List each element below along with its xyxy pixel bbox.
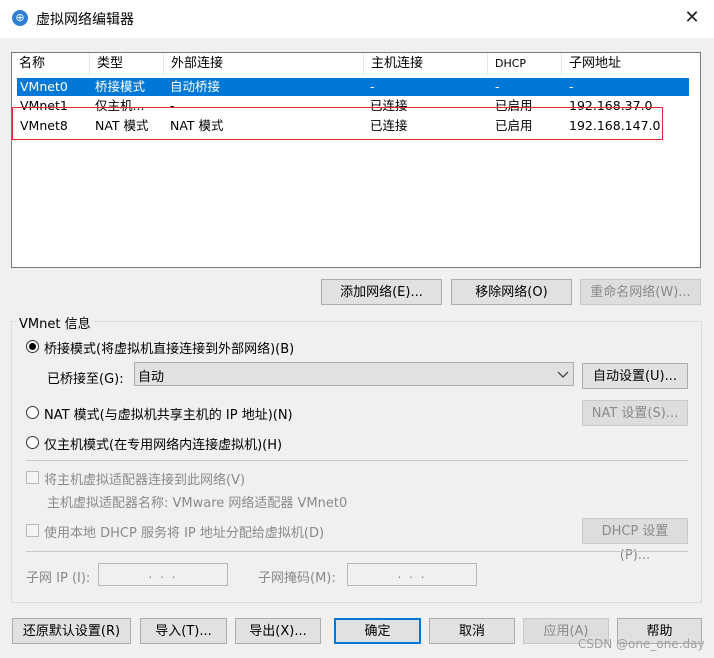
title-bar: ⊕ 虚拟网络编辑器 ✕ xyxy=(0,0,714,38)
cell-external: 自动桥接 xyxy=(170,79,221,94)
dhcp-settings-button[interactable]: DHCP 设置(P)... xyxy=(582,518,688,563)
close-icon[interactable]: ✕ xyxy=(681,6,703,30)
bridged-to-select[interactable]: 自动 xyxy=(134,362,574,386)
table-row-vmnet0[interactable]: VMnet0 桥接模式 自动桥接 - - - xyxy=(17,78,689,96)
bridged-radio[interactable] xyxy=(26,340,39,353)
highlight-box xyxy=(12,107,663,140)
nat-settings-button[interactable]: NAT 设置(S)... xyxy=(582,400,688,426)
connect-adapter-checkbox[interactable] xyxy=(26,471,39,484)
restore-defaults-button[interactable]: 还原默认设置(R) xyxy=(12,618,131,644)
add-network-button[interactable]: 添加网络(E)... xyxy=(321,279,442,305)
chevron-down-icon xyxy=(557,371,569,378)
remove-network-button[interactable]: 移除网络(O) xyxy=(451,279,572,305)
hostonly-radio[interactable] xyxy=(26,436,39,449)
column-header-subnet[interactable]: 子网地址 xyxy=(562,53,700,75)
network-globe-icon: ⊕ xyxy=(12,10,28,26)
column-header-external[interactable]: 外部连接 xyxy=(164,53,364,75)
nat-label[interactable]: NAT 模式(与虚拟机共享主机的 IP 地址)(N) xyxy=(44,404,293,423)
adapter-name-label: 主机虚拟适配器名称: VMware 网络适配器 VMnet0 xyxy=(47,496,348,511)
import-button[interactable]: 导入(T)... xyxy=(140,618,227,644)
cancel-button[interactable]: 取消 xyxy=(429,618,515,644)
dhcp-label[interactable]: 使用本地 DHCP 服务将 IP 地址分配给虚拟机(D) xyxy=(44,522,324,541)
subnet-mask-input[interactable]: . . . xyxy=(347,563,477,586)
subnet-mask-label: 子网掩码(M): xyxy=(258,571,336,586)
network-table[interactable]: 名称 类型 外部连接 主机连接 DHCP 子网地址 VMnet0 桥接模式 自动… xyxy=(11,52,701,268)
export-button[interactable]: 导出(X)... xyxy=(235,618,321,644)
bridged-to-label: 已桥接至(G): xyxy=(47,372,124,387)
divider xyxy=(26,551,688,552)
ok-button[interactable]: 确定 xyxy=(334,618,421,644)
auto-settings-button[interactable]: 自动设置(U)... xyxy=(582,363,688,389)
connect-adapter-label[interactable]: 将主机虚拟适配器连接到此网络(V) xyxy=(44,469,245,488)
dhcp-checkbox[interactable] xyxy=(26,524,39,537)
column-header-dhcp[interactable]: DHCP xyxy=(488,53,562,75)
bridged-label[interactable]: 桥接模式(将虚拟机直接连接到外部网络)(B) xyxy=(44,338,294,357)
column-header-type[interactable]: 类型 xyxy=(90,53,164,75)
nat-radio[interactable] xyxy=(26,406,39,419)
subnet-ip-label: 子网 IP (I): xyxy=(26,571,91,586)
hostonly-label[interactable]: 仅主机模式(在专用网络内连接虚拟机)(H) xyxy=(44,434,282,453)
column-header-name[interactable]: 名称 xyxy=(12,53,90,75)
vmnet-info-label: VMnet 信息 xyxy=(16,313,94,332)
rename-network-button[interactable]: 重命名网络(W)... xyxy=(580,279,701,305)
subnet-ip-input[interactable]: . . . xyxy=(98,563,228,586)
bridged-to-value: 自动 xyxy=(138,370,165,385)
cell-type: 桥接模式 xyxy=(95,79,146,94)
divider xyxy=(26,460,688,461)
cell-dhcp: - xyxy=(495,79,500,94)
cell-host: - xyxy=(370,79,375,94)
cell-name: VMnet0 xyxy=(20,79,68,94)
window-title: 虚拟网络编辑器 xyxy=(36,12,134,28)
cell-subnet: - xyxy=(569,79,574,94)
watermark: CSDN @one_one.day xyxy=(578,637,705,651)
column-header-host[interactable]: 主机连接 xyxy=(364,53,488,75)
